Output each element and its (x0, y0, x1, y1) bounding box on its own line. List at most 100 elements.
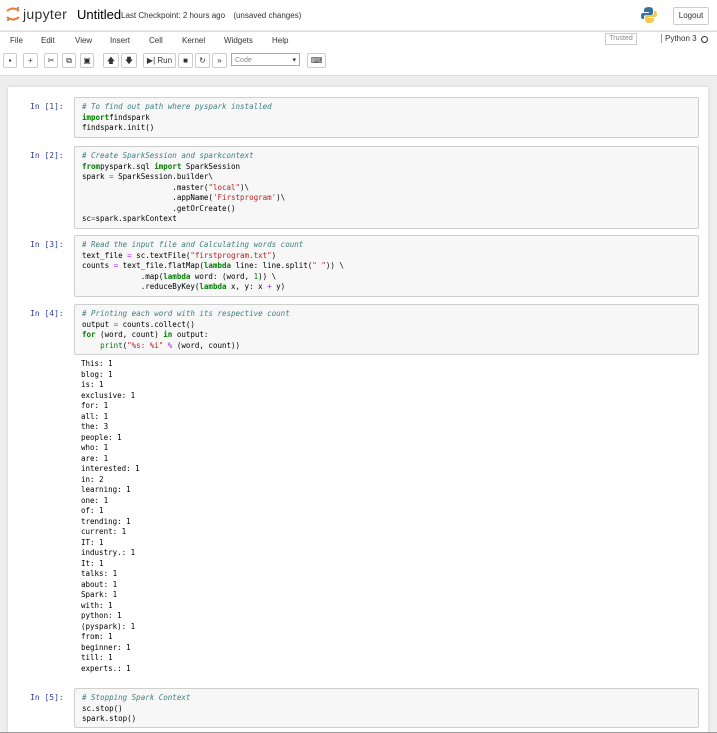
code-token: spark.sparkContext (95, 214, 177, 223)
menu-cell[interactable]: Cell (149, 36, 163, 45)
code-token: SparkSession.builder\ (113, 172, 213, 181)
code-token: "firstprogram.txt" (190, 250, 272, 260)
code-token: # Stopping Spark Context (82, 693, 191, 702)
copy-icon: ⧉ (66, 56, 72, 65)
code-token: lambda (199, 282, 227, 291)
menu-help[interactable]: Help (272, 36, 288, 45)
code-token: .master( (82, 182, 209, 192)
run-button[interactable]: ▶| Run (143, 53, 176, 68)
output-line: blog: 1 (81, 369, 113, 379)
jupyter-icon (6, 7, 20, 21)
logout-button[interactable]: Logout (673, 7, 709, 25)
menu-widgets[interactable]: Widgets (224, 36, 253, 45)
code-token: spark (82, 172, 110, 181)
header: jupyter Untitled Last Checkpoint: 2 hour… (0, 0, 717, 30)
menu-insert[interactable]: Insert (110, 36, 130, 45)
menu-view[interactable]: View (75, 36, 92, 45)
move-up-button[interactable]: 🡅 (103, 53, 119, 68)
cell-prompt: In [4]: (30, 309, 64, 318)
cut-button[interactable]: ✂ (44, 53, 58, 68)
cell-type-select[interactable]: Code (231, 53, 300, 67)
plus-icon: + (28, 56, 33, 65)
code-cell-4[interactable]: # Printing each word with its respective… (74, 304, 699, 355)
output-line: trending: 1 (81, 516, 131, 526)
menu-kernel[interactable]: Kernel (182, 36, 205, 45)
output-line: Spark: 1 (81, 590, 118, 599)
menu-file[interactable]: File (10, 36, 23, 45)
code-token: print (100, 340, 123, 350)
code-token: # Read the input file and Calculating wo… (82, 240, 304, 249)
output-line: of: 1 (81, 506, 104, 515)
menu-edit[interactable]: Edit (41, 36, 55, 45)
trusted-badge[interactable]: Trusted (605, 33, 637, 45)
code-token: ) (271, 250, 277, 260)
output-line: all: 1 (81, 411, 109, 421)
jupyter-logo[interactable]: jupyter (6, 6, 67, 22)
logo-text: jupyter (23, 6, 68, 22)
code-token: findspark.init() (82, 123, 155, 132)
code-cell-2[interactable]: # Create SparkSession and sparkcontext f… (74, 146, 699, 229)
code-cell-5[interactable]: # Stopping Spark Context sc.stop() spark… (74, 688, 699, 728)
code-editor[interactable]: # Printing each word with its respective… (82, 309, 290, 351)
cell-prompt: In [1]: (30, 102, 64, 111)
output-line: (pyspark): 1 (81, 621, 136, 631)
last-checkpoint: Last Checkpoint: 2 hours ago (121, 11, 226, 20)
code-token: counts (82, 261, 114, 270)
code-cell-3[interactable]: # Read the input file and Calculating wo… (74, 235, 699, 297)
restart-run-all-button[interactable]: » (212, 53, 227, 68)
code-token: for (82, 330, 96, 339)
code-editor[interactable]: # Stopping Spark Context sc.stop() spark… (82, 693, 190, 725)
code-editor[interactable]: # Create SparkSession and sparkcontext f… (82, 151, 285, 225)
move-down-button[interactable]: 🡇 (121, 53, 137, 68)
copy-button[interactable]: ⧉ (62, 53, 76, 68)
code-token: counts.collect() (118, 319, 195, 329)
code-token: # Create SparkSession and sparkcontext (82, 151, 254, 160)
code-token: # To find out path where pyspark install… (82, 102, 272, 111)
code-token: import (154, 161, 182, 171)
checkpoint-status: Last Checkpoint: 2 hours ago (unsaved ch… (121, 11, 307, 20)
output-line: people: 1 (81, 432, 122, 442)
restart-button[interactable]: ↻ (195, 53, 210, 68)
code-token: "%s: %i" (127, 340, 164, 350)
arrow-down-icon: 🡇 (124, 56, 134, 65)
notebook-container: In [1]: # To find out path where pyspark… (8, 87, 708, 733)
code-token: output: (172, 330, 209, 339)
code-cell-1[interactable]: # To find out path where pyspark install… (74, 97, 699, 138)
output-line: till: 1 (81, 653, 113, 662)
cell-prompt: In [2]: (30, 151, 64, 160)
insert-cell-button[interactable]: + (23, 53, 38, 68)
code-token: .getOrCreate() (82, 203, 236, 213)
save-icon: ▪ (8, 56, 12, 65)
code-token: "local" (208, 182, 241, 192)
code-editor[interactable]: # To find out path where pyspark install… (82, 102, 272, 134)
code-token: " " (312, 261, 326, 270)
interrupt-button[interactable]: ■ (178, 53, 193, 68)
run-icon: ▶| (146, 56, 156, 65)
arrow-up-icon: 🡅 (106, 56, 116, 65)
output-line: in: 2 (81, 474, 104, 484)
command-palette-button[interactable]: ⌨ (307, 53, 326, 68)
run-label: Run (157, 56, 173, 65)
code-editor[interactable]: # Read the input file and Calculating wo… (82, 240, 344, 293)
code-token: )) \ (258, 271, 277, 281)
code-token: findspark (109, 112, 150, 122)
code-token: x, y: x (226, 282, 268, 291)
output-line: is: 1 (81, 380, 104, 389)
code-token: # Printing each word with its respective… (82, 309, 290, 318)
output-line: the: 3 (81, 422, 109, 431)
fast-forward-icon: » (217, 56, 222, 65)
code-token: lambda (163, 271, 191, 281)
paste-button[interactable]: ▣ (80, 53, 94, 68)
code-token: text_file (82, 250, 128, 260)
keyboard-icon: ⌨ (310, 56, 323, 65)
notebook-title[interactable]: Untitled (77, 7, 121, 22)
output-line: industry.: 1 (81, 548, 136, 557)
python-logo-icon (641, 7, 657, 23)
output-line: interested: 1 (81, 464, 140, 473)
save-button[interactable]: ▪ (3, 53, 17, 68)
code-token: spark.stop() (82, 714, 137, 723)
code-token: .reduceByKey( (82, 282, 200, 291)
output-line: This: 1 (81, 359, 113, 368)
code-token: .map( (82, 271, 164, 281)
code-token: )) \ (325, 261, 344, 270)
